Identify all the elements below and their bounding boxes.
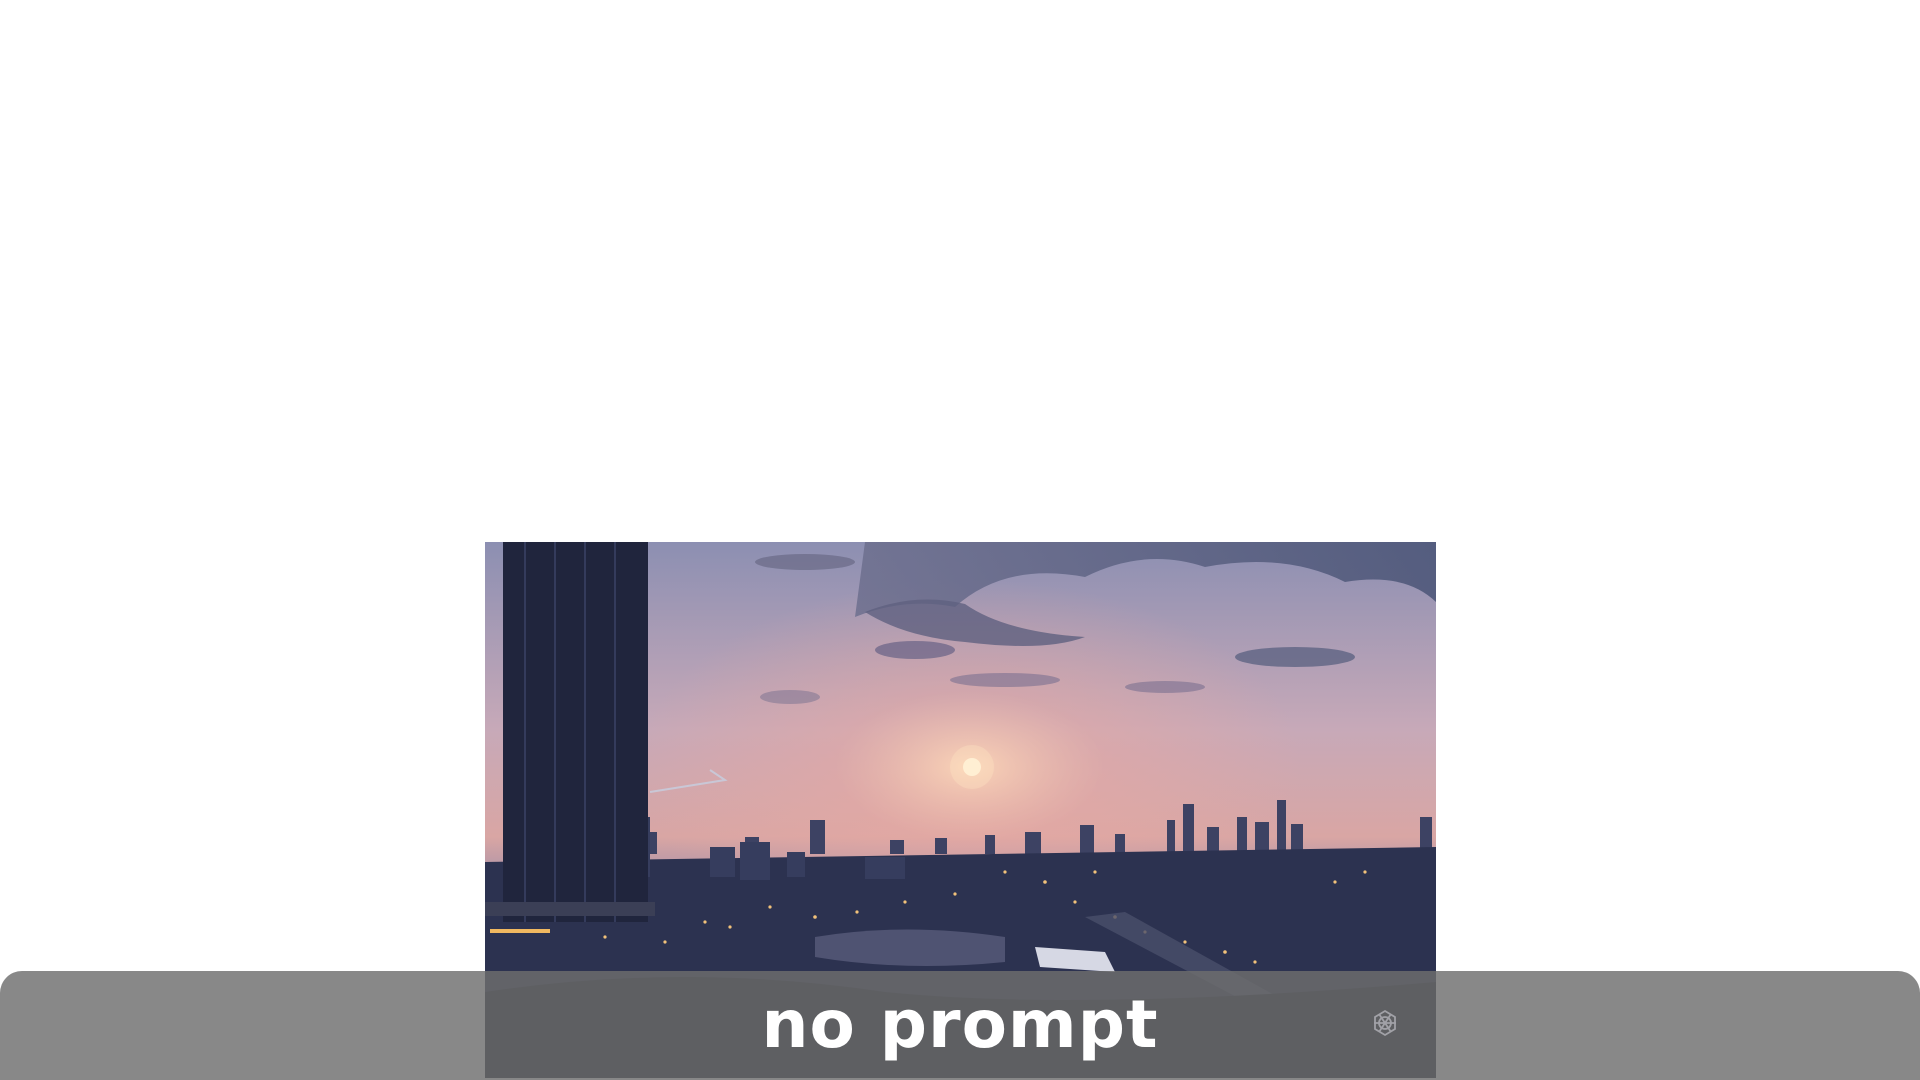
caption-text: no prompt bbox=[761, 986, 1159, 1063]
page: no prompt bbox=[0, 0, 1920, 1080]
openai-logo-icon bbox=[1370, 1008, 1400, 1038]
